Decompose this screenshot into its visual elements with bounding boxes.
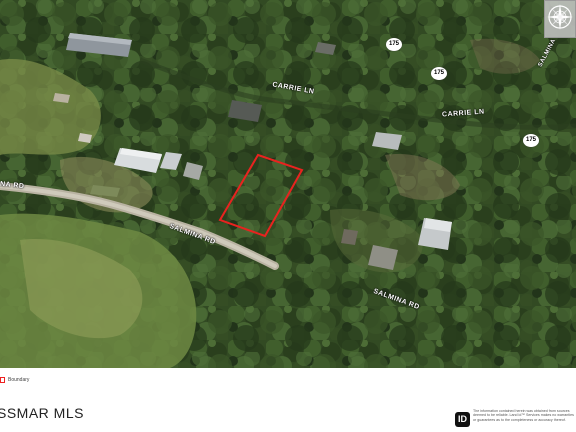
disclaimer-text: The information contained herein was obt…: [473, 409, 574, 422]
route-shield-175: 175: [386, 38, 402, 51]
boundary-swatch-icon: [0, 377, 5, 383]
compass-rose-icon: [544, 0, 576, 38]
legend: Boundary: [0, 374, 29, 386]
map-footer: [0, 368, 576, 432]
legend-label: Boundary: [8, 377, 30, 383]
aerial-imagery: [0, 0, 576, 368]
aerial-map[interactable]: NA RD SALMINA RD SALMINA RD CARRIE LN CA…: [0, 0, 576, 368]
route-shield-175: 175: [523, 134, 539, 147]
mls-brand-text: SSMAR MLS: [0, 405, 84, 421]
land-id-logo: ID: [455, 412, 470, 427]
route-shield-175: 175: [431, 67, 447, 80]
